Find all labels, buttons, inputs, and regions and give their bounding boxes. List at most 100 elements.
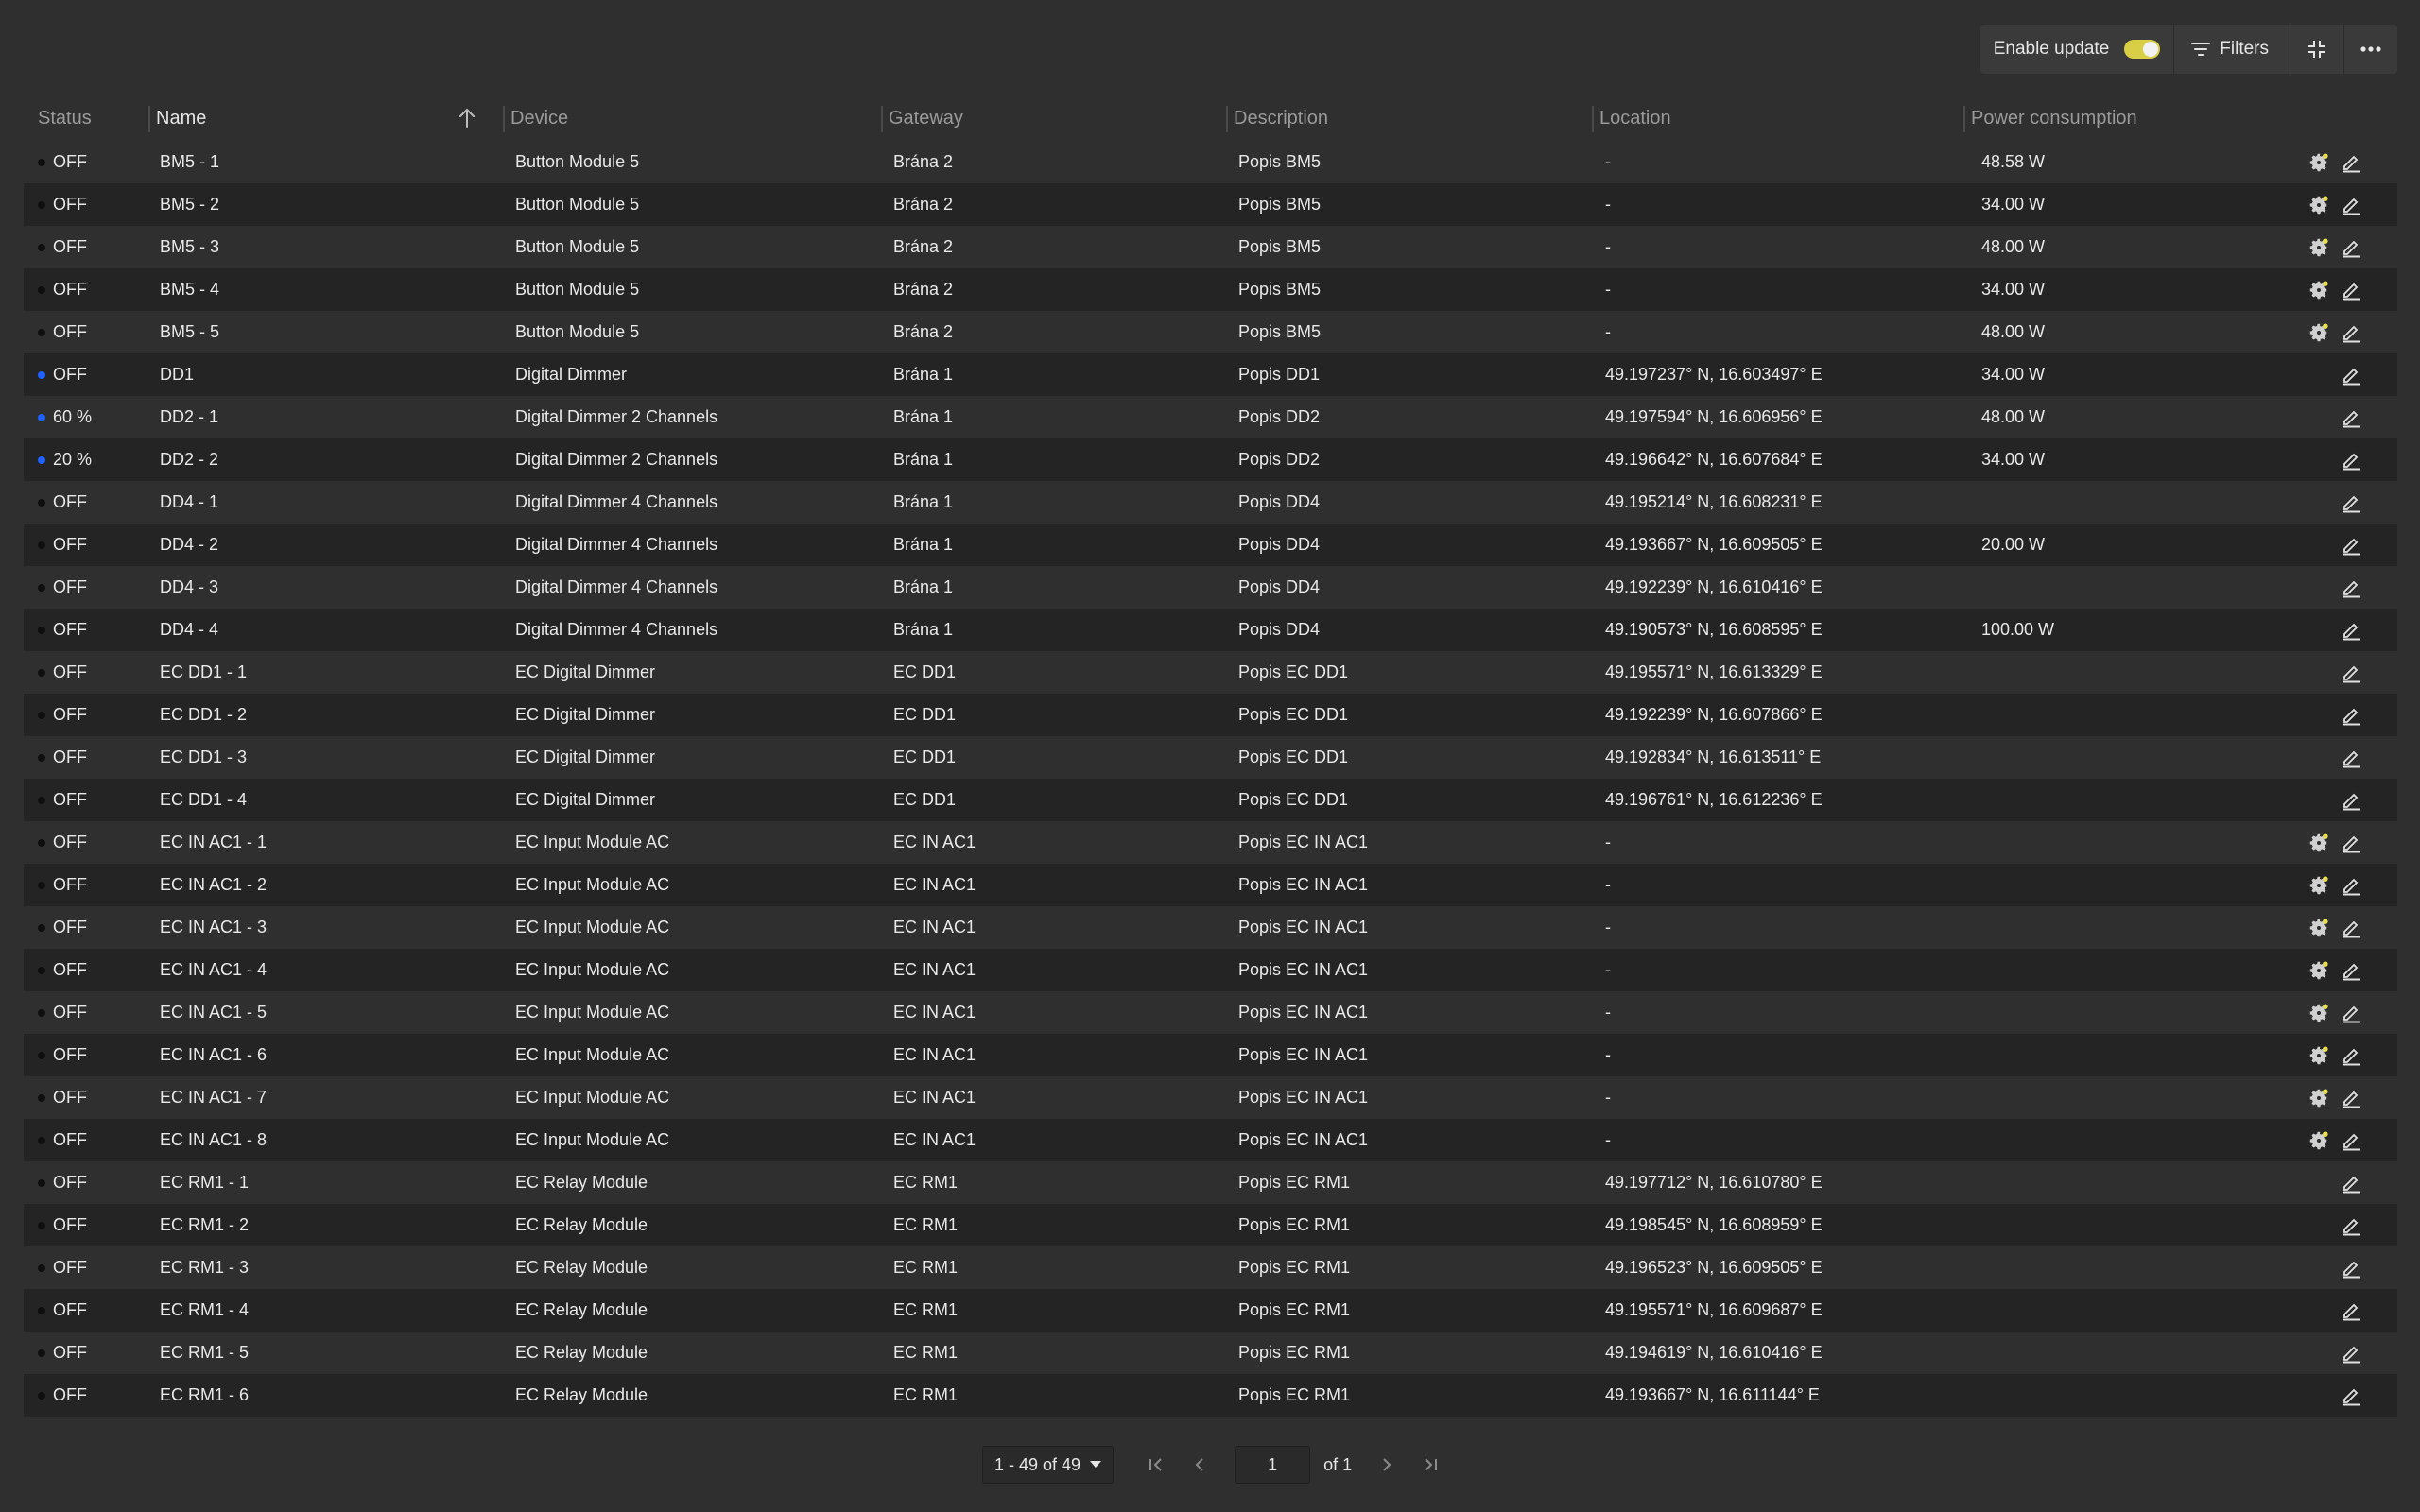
table-row[interactable]: OFF DD4 - 1 Digital Dimmer 4 Channels Brána… xyxy=(24,481,2397,524)
edit-pencil-icon[interactable] xyxy=(2342,237,2362,258)
edit-pencil-icon[interactable] xyxy=(2342,535,2362,556)
table-row[interactable]: OFF EC IN AC1 - 4 EC Input Module AC EC IN … xyxy=(24,949,2397,991)
column-header-location[interactable]: Location xyxy=(1592,96,1671,141)
status-dot-icon xyxy=(38,1051,45,1059)
sort-ascending-icon[interactable] xyxy=(458,108,475,129)
table-row[interactable]: OFF DD4 - 2 Digital Dimmer 4 Channels Brána… xyxy=(24,524,2397,566)
edit-pencil-icon[interactable] xyxy=(2342,1385,2362,1406)
settings-gear-icon[interactable] xyxy=(2308,322,2329,343)
settings-gear-icon[interactable] xyxy=(2308,918,2329,938)
table-row[interactable]: OFF EC IN AC1 - 8 EC Input Module AC EC IN … xyxy=(24,1119,2397,1161)
filters-button[interactable]: Filters xyxy=(2174,25,2290,74)
table-row[interactable]: OFF EC DD1 - 1 EC Digital Dimmer EC DD1 Popi… xyxy=(24,651,2397,694)
table-row[interactable]: OFF BM5 - 1 Button Module 5 Brána 2 Popis BM… xyxy=(24,141,2397,183)
table-row[interactable]: OFF EC DD1 - 4 EC Digital Dimmer EC DD1 Popi… xyxy=(24,779,2397,821)
enable-update-control[interactable]: Enable update xyxy=(1980,25,2175,74)
column-header-name[interactable]: Name xyxy=(148,96,515,141)
cell-location: 49.196523° N, 16.609505° E xyxy=(1605,1246,1823,1289)
edit-pencil-icon[interactable] xyxy=(2342,875,2362,896)
edit-pencil-icon[interactable] xyxy=(2342,790,2362,811)
settings-gear-icon[interactable] xyxy=(2308,875,2329,896)
table-row[interactable]: OFF DD1 Digital Dimmer Brána 1 Popis DD1 49.1… xyxy=(24,353,2397,396)
table-row[interactable]: 60 % DD2 - 1 Digital Dimmer 2 Channels Brán… xyxy=(24,396,2397,438)
settings-gear-icon[interactable] xyxy=(2308,960,2329,981)
more-options-button[interactable] xyxy=(2344,25,2397,74)
previous-page-icon[interactable] xyxy=(1193,1456,1206,1473)
table-row[interactable]: OFF EC IN AC1 - 5 EC Input Module AC EC IN … xyxy=(24,991,2397,1034)
table-row[interactable]: OFF BM5 - 5 Button Module 5 Brána 2 Popis BM… xyxy=(24,311,2397,353)
edit-pencil-icon[interactable] xyxy=(2342,1215,2362,1236)
edit-pencil-icon[interactable] xyxy=(2342,152,2362,173)
edit-pencil-icon[interactable] xyxy=(2342,1088,2362,1108)
table-row[interactable]: OFF BM5 - 3 Button Module 5 Brána 2 Popis BM… xyxy=(24,226,2397,268)
table-row[interactable]: OFF DD4 - 3 Digital Dimmer 4 Channels Brána… xyxy=(24,566,2397,609)
table-row[interactable]: OFF EC IN AC1 - 3 EC Input Module AC EC IN … xyxy=(24,906,2397,949)
edit-pencil-icon[interactable] xyxy=(2342,1300,2362,1321)
column-header-gateway[interactable]: Gateway xyxy=(881,96,963,141)
page-size-select[interactable]: 1 - 49 of 49 xyxy=(982,1446,1115,1484)
enable-update-toggle[interactable] xyxy=(2124,40,2161,59)
settings-gear-icon[interactable] xyxy=(2308,280,2329,301)
settings-gear-icon[interactable] xyxy=(2308,195,2329,215)
table-row[interactable]: OFF EC IN AC1 - 6 EC Input Module AC EC IN … xyxy=(24,1034,2397,1076)
table-row[interactable]: OFF EC DD1 - 3 EC Digital Dimmer EC DD1 Popi… xyxy=(24,736,2397,779)
name-text: EC RM1 - 1 xyxy=(160,1173,250,1192)
edit-pencil-icon[interactable] xyxy=(2342,1045,2362,1066)
table-row[interactable]: OFF EC RM1 - 5 EC Relay Module EC RM1 Popis … xyxy=(24,1332,2397,1374)
settings-gear-icon[interactable] xyxy=(2308,833,2329,853)
settings-gear-icon[interactable] xyxy=(2308,152,2329,173)
column-header-power[interactable]: Power consumption xyxy=(1963,96,2137,141)
edit-pencil-icon[interactable] xyxy=(2342,322,2362,343)
edit-pencil-icon[interactable] xyxy=(2342,662,2362,683)
next-page-icon[interactable] xyxy=(1380,1456,1393,1473)
table-row[interactable]: OFF EC IN AC1 - 7 EC Input Module AC EC IN … xyxy=(24,1076,2397,1119)
table-row[interactable]: 20 % DD2 - 2 Digital Dimmer 2 Channels Brán… xyxy=(24,438,2397,481)
edit-pencil-icon[interactable] xyxy=(2342,1258,2362,1279)
column-header-device[interactable]: Device xyxy=(503,96,568,141)
settings-gear-icon[interactable] xyxy=(2308,1003,2329,1023)
settings-gear-icon[interactable] xyxy=(2308,1088,2329,1108)
cell-location: - xyxy=(1605,1034,1611,1076)
edit-pencil-icon[interactable] xyxy=(2342,620,2362,641)
edit-pencil-icon[interactable] xyxy=(2342,747,2362,768)
table-row[interactable]: OFF BM5 - 2 Button Module 5 Brána 2 Popis BM… xyxy=(24,183,2397,226)
edit-pencil-icon[interactable] xyxy=(2342,1003,2362,1023)
edit-pencil-icon[interactable] xyxy=(2342,195,2362,215)
table-row[interactable]: OFF EC IN AC1 - 1 EC Input Module AC EC IN … xyxy=(24,821,2397,864)
edit-pencil-icon[interactable] xyxy=(2342,1130,2362,1151)
edit-pencil-icon[interactable] xyxy=(2342,1343,2362,1364)
first-page-icon[interactable] xyxy=(1148,1456,1165,1473)
edit-pencil-icon[interactable] xyxy=(2342,365,2362,386)
table-row[interactable]: OFF EC DD1 - 2 EC Digital Dimmer EC DD1 Popi… xyxy=(24,694,2397,736)
column-header-status[interactable]: Status xyxy=(38,96,92,141)
table-row[interactable]: OFF EC RM1 - 4 EC Relay Module EC RM1 Popis … xyxy=(24,1289,2397,1332)
table-row[interactable]: OFF BM5 - 4 Button Module 5 Brána 2 Popis BM… xyxy=(24,268,2397,311)
settings-gear-icon[interactable] xyxy=(2308,237,2329,258)
cell-description: Popis BM5 xyxy=(1238,311,1321,353)
table-row[interactable]: OFF EC RM1 - 2 EC Relay Module EC RM1 Popis … xyxy=(24,1204,2397,1246)
compact-view-button[interactable] xyxy=(2290,25,2344,74)
edit-pencil-icon[interactable] xyxy=(2342,1173,2362,1194)
edit-pencil-icon[interactable] xyxy=(2342,833,2362,853)
last-page-icon[interactable] xyxy=(1422,1456,1439,1473)
table-row[interactable]: OFF EC RM1 - 3 EC Relay Module EC RM1 Popis … xyxy=(24,1246,2397,1289)
description-text: Popis BM5 xyxy=(1238,322,1322,341)
settings-gear-icon[interactable] xyxy=(2308,1130,2329,1151)
edit-pencil-icon[interactable] xyxy=(2342,492,2362,513)
settings-gear-icon[interactable] xyxy=(2308,1045,2329,1066)
edit-pencil-icon[interactable] xyxy=(2342,577,2362,598)
edit-pencil-icon[interactable] xyxy=(2342,280,2362,301)
edit-pencil-icon[interactable] xyxy=(2342,960,2362,981)
cell-location: - xyxy=(1605,864,1611,906)
edit-pencil-icon[interactable] xyxy=(2342,450,2362,471)
edit-pencil-icon[interactable] xyxy=(2342,705,2362,726)
table-row[interactable]: OFF EC IN AC1 - 2 EC Input Module AC EC IN … xyxy=(24,864,2397,906)
table-row[interactable]: OFF DD4 - 4 Digital Dimmer 4 Channels Brána… xyxy=(24,609,2397,651)
cell-location: 49.192239° N, 16.610416° E xyxy=(1605,566,1823,609)
edit-pencil-icon[interactable] xyxy=(2342,918,2362,938)
edit-pencil-icon[interactable] xyxy=(2342,407,2362,428)
table-row[interactable]: OFF EC RM1 - 1 EC Relay Module EC RM1 Popis … xyxy=(24,1161,2397,1204)
table-row[interactable]: OFF EC RM1 - 6 EC Relay Module EC RM1 Popis … xyxy=(24,1374,2397,1417)
page-number-input[interactable] xyxy=(1235,1446,1311,1484)
column-header-description[interactable]: Description xyxy=(1226,96,1328,141)
